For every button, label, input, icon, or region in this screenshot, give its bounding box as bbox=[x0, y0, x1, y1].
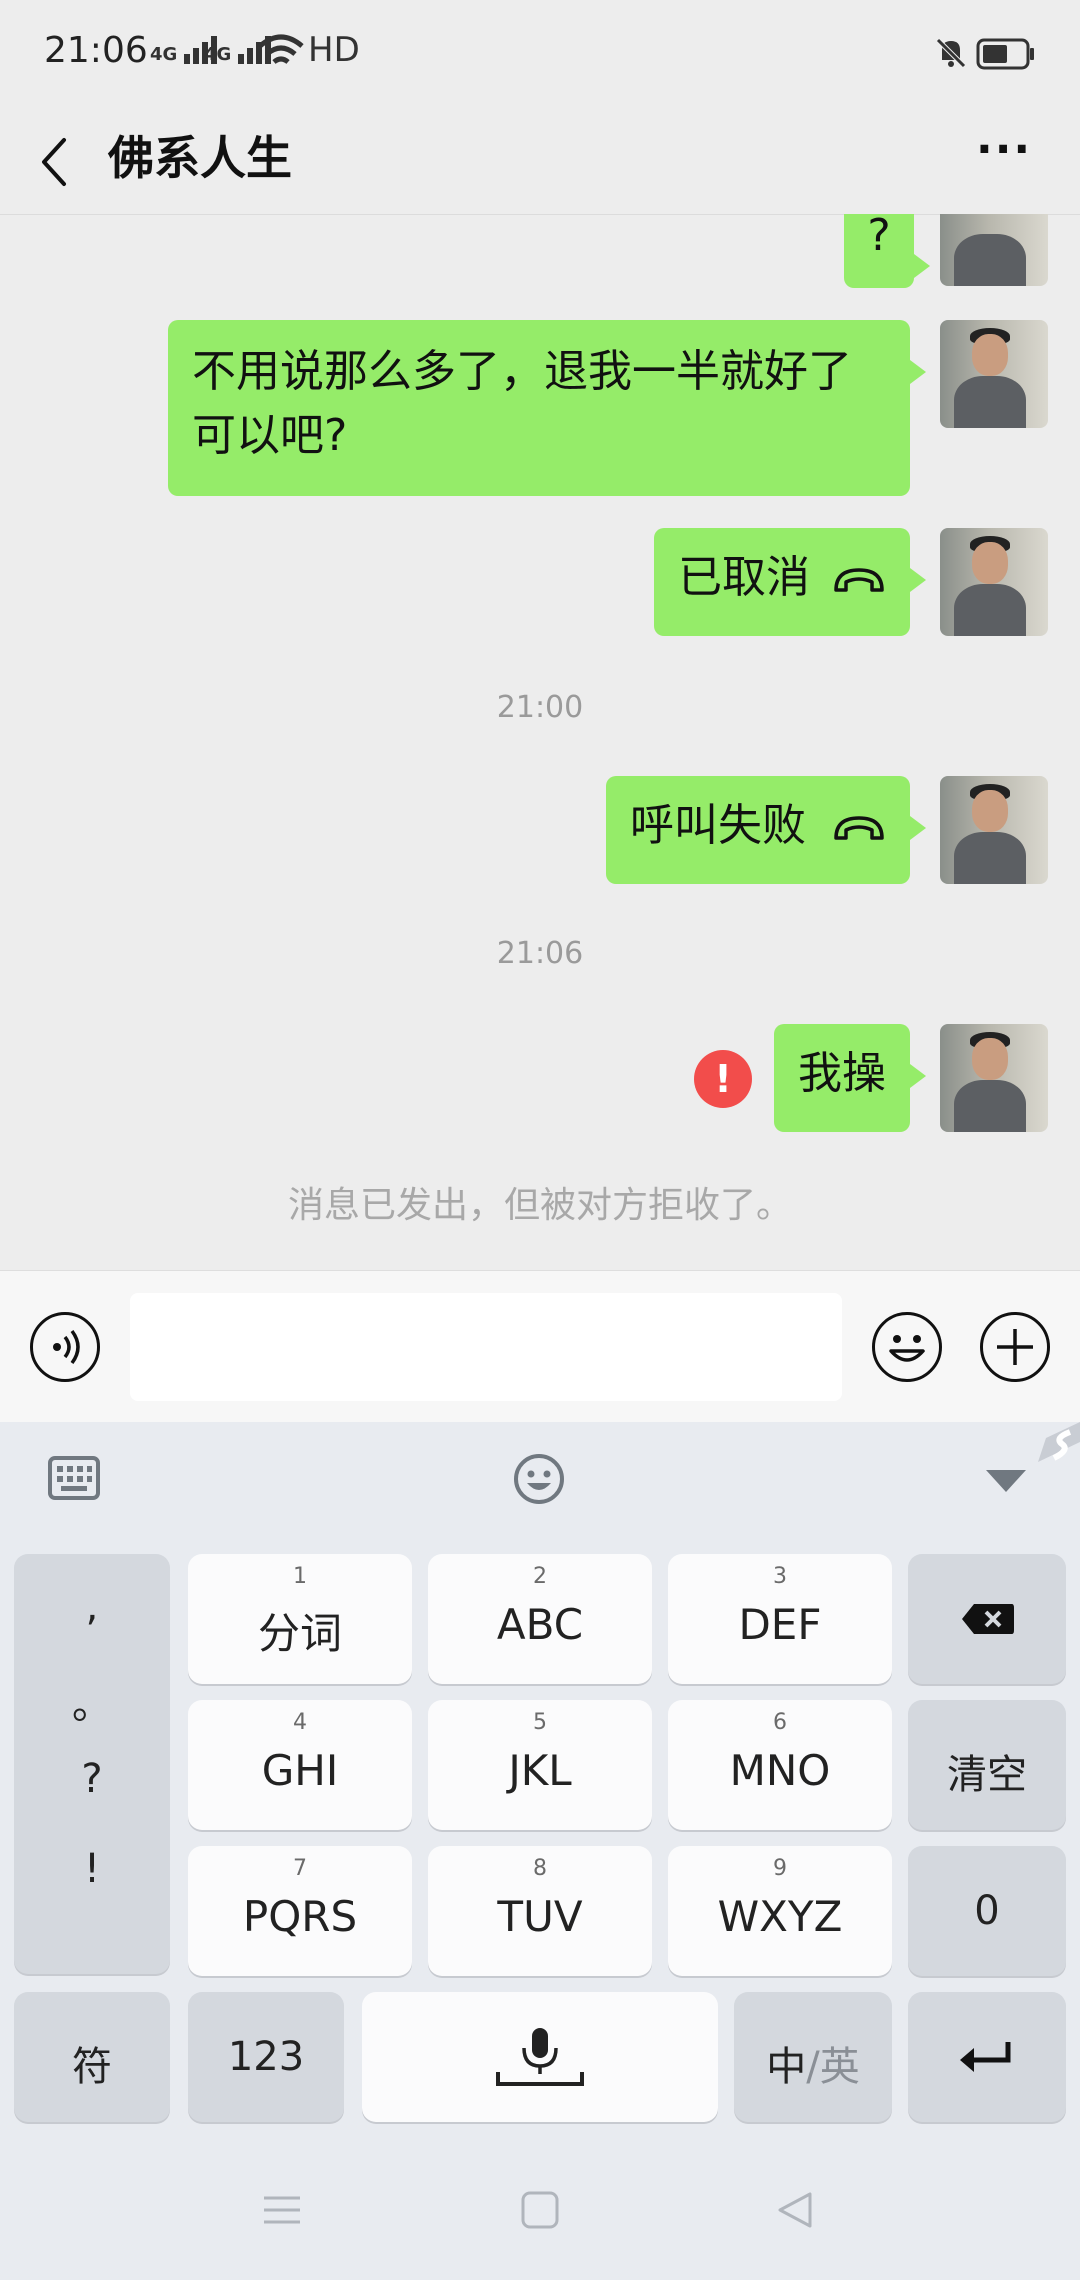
message-text-line2: 可以吧? bbox=[192, 410, 348, 461]
emoji-icon[interactable] bbox=[872, 1312, 942, 1382]
chat-title: 佛系人生 bbox=[108, 131, 292, 185]
key-6[interactable]: 6 MNO bbox=[668, 1700, 892, 1830]
enter-icon bbox=[960, 2042, 1011, 2072]
key-label: TUV bbox=[497, 1892, 583, 1941]
key-8[interactable]: 8 TUV bbox=[428, 1846, 652, 1976]
key-label: ABC bbox=[496, 1600, 584, 1649]
wifi-icon bbox=[258, 34, 304, 64]
key-label: JKL bbox=[508, 1746, 572, 1795]
input-bar bbox=[0, 1270, 1080, 1423]
zero-key[interactable]: 0 bbox=[908, 1846, 1066, 1976]
key-2[interactable]: 2 ABC bbox=[428, 1554, 652, 1684]
back-icon[interactable] bbox=[34, 130, 74, 194]
system-notice: 消息已发出，但被对方拒收了。 bbox=[287, 1185, 792, 1226]
emoji-toolbar-icon[interactable] bbox=[512, 1452, 566, 1506]
call-bubble-cancelled[interactable]: 已取消 bbox=[654, 528, 926, 636]
key-number: 5 bbox=[533, 1710, 547, 1735]
network-type-1: 4G bbox=[150, 44, 178, 65]
keyboard: , 。 ? ! 1 分词 2 ABC 3 DEF 4 GHI 5 JKL 6 M… bbox=[0, 1422, 1080, 2280]
key-4[interactable]: 4 GHI bbox=[188, 1700, 412, 1830]
lang-en-label: 英 bbox=[819, 2044, 860, 2090]
key-label: GHI bbox=[261, 1746, 339, 1795]
network-type-2: 4G bbox=[204, 44, 232, 65]
message-bubble[interactable]: 不用说那么多了，退我一半就好了 可以吧? bbox=[168, 320, 926, 496]
language-switch-key[interactable]: 中/英 bbox=[734, 1992, 892, 2122]
back-nav-icon[interactable] bbox=[776, 2190, 816, 2230]
message-bubble[interactable]: 我操 bbox=[774, 1024, 926, 1132]
clear-key[interactable]: 清空 bbox=[908, 1700, 1066, 1830]
message-text-line1: 不用说那么多了，退我一半就好了 bbox=[192, 346, 852, 397]
key-number: 3 bbox=[773, 1564, 787, 1589]
send-failed-icon[interactable]: ! bbox=[694, 1050, 752, 1108]
key-number: 9 bbox=[773, 1856, 787, 1881]
key-number: 1 bbox=[293, 1564, 307, 1589]
sogou-logo-icon bbox=[1038, 1422, 1080, 1462]
key-number: 2 bbox=[533, 1564, 547, 1589]
home-nav-icon[interactable] bbox=[520, 2190, 560, 2230]
space-key[interactable] bbox=[362, 1992, 718, 2122]
message-input[interactable] bbox=[130, 1293, 842, 1401]
avatar[interactable] bbox=[940, 214, 1048, 286]
enter-key[interactable] bbox=[908, 1992, 1066, 2122]
key-label: DEF bbox=[738, 1600, 822, 1649]
avatar[interactable] bbox=[940, 320, 1048, 428]
key-number: 4 bbox=[293, 1710, 307, 1735]
punct-period[interactable]: 。 bbox=[14, 1672, 170, 1730]
key-number: 6 bbox=[773, 1710, 787, 1735]
key-number: 8 bbox=[533, 1856, 547, 1881]
key-9[interactable]: 9 WXYZ bbox=[668, 1846, 892, 1976]
punct-question[interactable]: ? bbox=[14, 1756, 170, 1802]
plus-icon[interactable] bbox=[980, 1312, 1050, 1382]
chat-header: 佛系人生 ··· bbox=[0, 110, 1080, 215]
key-1[interactable]: 1 分词 bbox=[188, 1554, 412, 1684]
menu-nav-icon[interactable] bbox=[262, 2192, 302, 2228]
avatar[interactable] bbox=[940, 528, 1048, 636]
message-text: 我操 bbox=[798, 1048, 886, 1099]
punct-comma[interactable]: , bbox=[14, 1584, 170, 1630]
message-timestamp: 21:00 bbox=[496, 690, 584, 725]
status-time: 21:06 bbox=[44, 30, 148, 71]
key-5[interactable]: 5 JKL bbox=[428, 1700, 652, 1830]
numbers-label: 123 bbox=[227, 2034, 305, 2080]
battery-icon bbox=[976, 38, 1034, 70]
keyboard-icon[interactable] bbox=[48, 1456, 100, 1500]
backspace-icon bbox=[962, 1604, 1014, 1634]
hide-keyboard-icon[interactable] bbox=[984, 1466, 1028, 1496]
key-label: WXYZ bbox=[717, 1892, 843, 1941]
message-timestamp: 21:06 bbox=[496, 936, 584, 971]
hd-indicator: HD bbox=[308, 30, 360, 70]
key-3[interactable]: 3 DEF bbox=[668, 1554, 892, 1684]
symbol-key[interactable]: 符 bbox=[14, 1992, 170, 2122]
clear-label: 清空 bbox=[947, 1752, 1027, 1798]
lang-cn-label: 中 bbox=[766, 2044, 807, 2090]
voice-icon[interactable] bbox=[30, 1312, 100, 1382]
key-label: 分词 bbox=[257, 1609, 342, 1658]
punctuation-key-column[interactable]: , 。 ? ! bbox=[14, 1554, 170, 1974]
message-text: ? bbox=[867, 210, 891, 261]
key-label: PQRS bbox=[242, 1892, 358, 1941]
avatar[interactable] bbox=[940, 1024, 1048, 1132]
key-number: 7 bbox=[293, 1856, 307, 1881]
message-bubble[interactable]: ? bbox=[844, 214, 930, 288]
zero-label: 0 bbox=[974, 1888, 1000, 1934]
call-status-text: 呼叫失败 bbox=[630, 800, 806, 851]
mute-bell-icon bbox=[936, 38, 966, 68]
call-status-text: 已取消 bbox=[678, 552, 810, 603]
avatar[interactable] bbox=[940, 776, 1048, 884]
missed-call-icon bbox=[834, 816, 884, 840]
punct-exclamation[interactable]: ! bbox=[14, 1846, 170, 1892]
more-icon[interactable]: ··· bbox=[976, 124, 1032, 175]
lang-sep: / bbox=[806, 2044, 820, 2090]
missed-call-icon bbox=[834, 568, 884, 592]
numbers-key[interactable]: 123 bbox=[188, 1992, 344, 2122]
call-bubble-failed[interactable]: 呼叫失败 bbox=[606, 776, 926, 884]
key-label: MNO bbox=[729, 1746, 831, 1795]
microphone-icon bbox=[496, 2028, 584, 2086]
symbol-label: 符 bbox=[72, 2044, 112, 2090]
status-bar: 21:06 4G 4G HD bbox=[0, 0, 1080, 110]
backspace-key[interactable] bbox=[908, 1554, 1066, 1684]
key-7[interactable]: 7 PQRS bbox=[188, 1846, 412, 1976]
